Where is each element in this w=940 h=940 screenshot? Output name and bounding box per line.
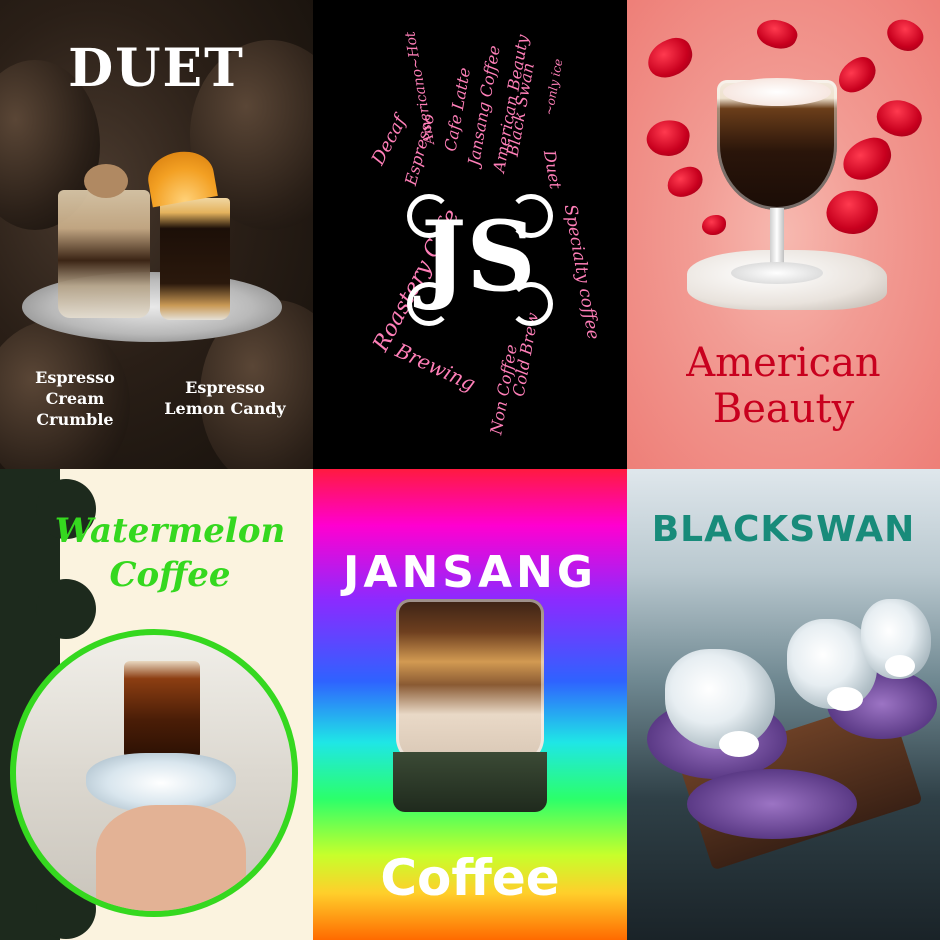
blackswan-tile: BLACKSWAN xyxy=(627,469,940,940)
espresso-lemon-candy-glass xyxy=(160,198,230,320)
ice-bowl xyxy=(86,753,236,813)
rose-petal xyxy=(837,132,897,186)
wordcloud-word: ~only ice xyxy=(541,57,566,117)
rose-petal xyxy=(832,52,882,98)
foam-topping xyxy=(723,78,831,106)
iced-coffee-glass xyxy=(124,661,200,759)
wordcloud-word: Americano~Hot xyxy=(402,30,439,146)
hand-image xyxy=(96,805,246,911)
menu-collage: DUET Espresso Cream Crumble Espresso Lem… xyxy=(0,0,940,940)
espresso-cream-crumble-glass xyxy=(58,190,150,318)
american-beauty-title: American Beauty xyxy=(627,340,940,432)
wordcloud-word: Brewing xyxy=(391,338,480,396)
glass-foot xyxy=(731,262,823,284)
jansang-coffee-text: Coffee xyxy=(380,849,560,907)
jansang-title: JANSANG xyxy=(343,547,597,598)
duet-label-cream-crumble: Espresso Cream Crumble xyxy=(20,367,130,430)
cream-scoop xyxy=(885,655,915,677)
label-line: Crumble xyxy=(36,410,114,429)
wordcloud-word: Specialty coffee xyxy=(559,202,604,342)
crumble-topping xyxy=(84,164,128,198)
duet-tile: DUET Espresso Cream Crumble Espresso Lem… xyxy=(0,0,313,469)
glass-swan xyxy=(665,649,775,749)
rose-petal xyxy=(881,11,929,59)
watermelon-coffee-photo xyxy=(10,629,298,917)
cream-scoop xyxy=(827,687,863,711)
duet-title: DUET xyxy=(68,38,245,99)
wooden-coaster xyxy=(393,752,547,812)
label-line: Espresso xyxy=(185,378,265,397)
wordcloud-word: Decaf xyxy=(367,112,411,169)
title-line: Coffee xyxy=(109,555,231,595)
rose-petal xyxy=(663,163,707,201)
label-line: Lemon Candy xyxy=(164,399,286,418)
rose-petal xyxy=(753,14,801,54)
rose-petal xyxy=(822,184,882,240)
duet-label-lemon-candy: Espresso Lemon Candy xyxy=(145,377,305,419)
rose-petal xyxy=(644,116,692,160)
wordcloud-word: Duet xyxy=(539,148,566,191)
logo-wordcloud-tile: Roastery Cafe Decaf Espresso Americano~H… xyxy=(313,0,627,469)
purple-moss xyxy=(687,769,857,839)
rose-petal xyxy=(702,215,726,235)
american-beauty-tile: American Beauty xyxy=(627,0,940,469)
glass-stem xyxy=(770,208,784,266)
jansang-glass xyxy=(396,599,544,764)
title-line: American xyxy=(686,340,881,386)
watermelon-coffee-tile: Watermelon Coffee xyxy=(0,469,313,940)
rose-petal xyxy=(642,33,698,83)
js-monogram: JS xyxy=(421,200,536,313)
label-line: Cream xyxy=(45,389,105,408)
title-line: Watermelon xyxy=(54,511,286,551)
blackswan-title: BLACKSWAN xyxy=(651,509,916,550)
js-logo: JS xyxy=(407,182,553,332)
jansang-coffee-tile: JANSANG Coffee xyxy=(313,469,627,940)
rose-petal xyxy=(871,92,927,144)
cream-scoop xyxy=(719,731,759,757)
title-line: Beauty xyxy=(712,386,855,432)
label-line: Espresso xyxy=(35,368,115,387)
watermelon-coffee-title: Watermelon Coffee xyxy=(30,509,310,597)
